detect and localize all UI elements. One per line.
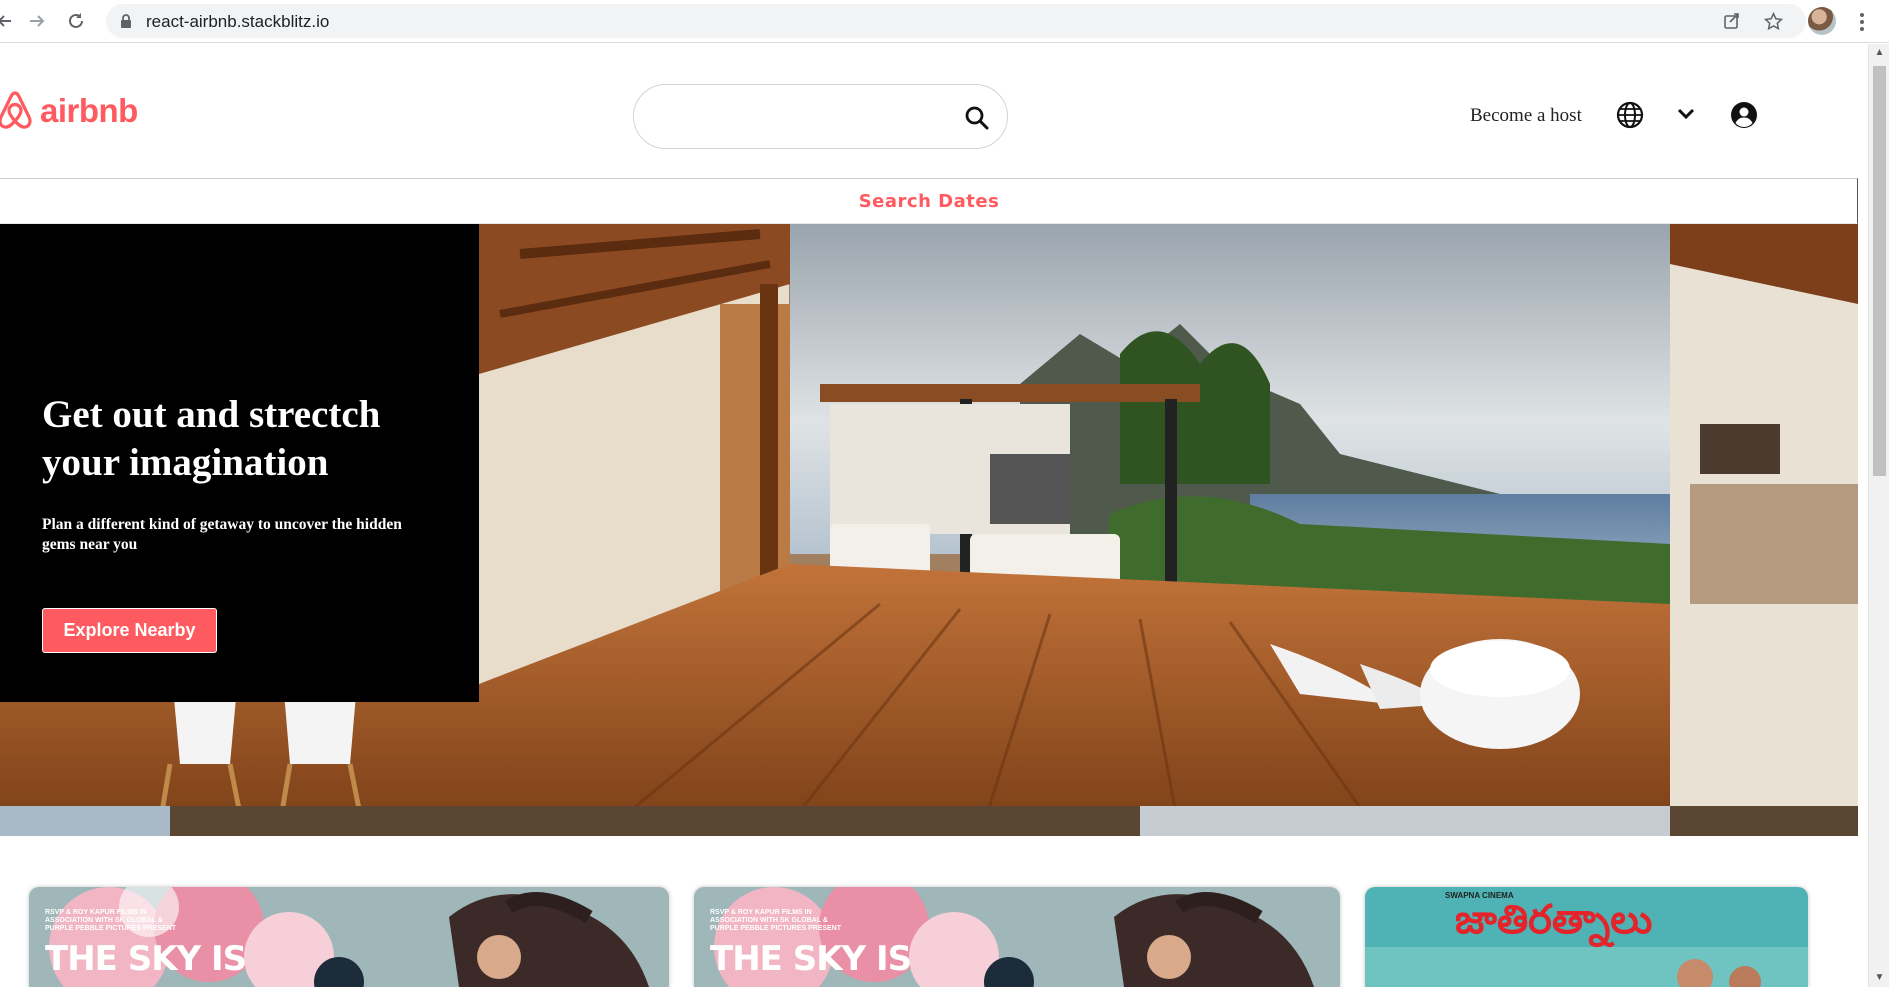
card-poster[interactable]: SWAPNA CINEMA జాతిరత్నాలు	[1365, 887, 1808, 987]
back-arrow-icon[interactable]	[0, 8, 18, 34]
account-circle-icon[interactable]	[1730, 101, 1758, 134]
become-a-host-link[interactable]: Become a host	[1470, 105, 1582, 127]
card-poster[interactable]: RSVP & ROY KAPUR FILMS IN ASSOCIATION WI…	[694, 887, 1340, 987]
kebab-menu-icon[interactable]	[1852, 9, 1872, 35]
search-dates-bar: Search Dates	[0, 178, 1858, 224]
profile-avatar[interactable]	[1808, 7, 1836, 35]
poster-title: జాతిరత్నాలు	[1455, 897, 1653, 943]
poster-credits: RSVP & ROY KAPUR FILMS IN ASSOCIATION WI…	[710, 909, 842, 932]
hero-title: Get out and strectch your imagination	[42, 393, 381, 484]
share-icon[interactable]	[1715, 4, 1749, 38]
search-dates-button[interactable]: Search Dates	[0, 191, 1858, 212]
hero-subtitle: Plan a different kind of getaway to unco…	[42, 516, 402, 553]
star-icon[interactable]	[1756, 4, 1790, 38]
lock-icon[interactable]	[120, 14, 132, 33]
search-box[interactable]	[633, 84, 1008, 149]
search-input[interactable]	[656, 103, 936, 131]
explore-nearby-button[interactable]: Explore Nearby	[42, 608, 217, 653]
card-poster[interactable]: RSVP & ROY KAPUR FILMS IN ASSOCIATION WI…	[29, 887, 669, 987]
chevron-down-icon[interactable]	[1676, 106, 1696, 127]
scroll-up-arrow-icon[interactable]: ▲	[1869, 44, 1889, 62]
cards-row: RSVP & ROY KAPUR FILMS IN ASSOCIATION WI…	[0, 887, 1858, 987]
search-icon[interactable]	[964, 105, 990, 136]
airbnb-logo[interactable]: airbnb	[0, 89, 138, 133]
hero-text-card: Get out and strectch your imagination Pl…	[0, 224, 479, 702]
forward-arrow-icon[interactable]	[24, 8, 50, 34]
url-text[interactable]: react-airbnb.stackblitz.io	[146, 12, 329, 32]
poster-title: THE SKY IS	[710, 939, 912, 979]
reload-icon[interactable]	[63, 8, 89, 34]
page-viewport: airbnb Become a host Search Dates Get ou…	[0, 44, 1868, 987]
poster-title: THE SKY IS	[45, 939, 247, 979]
poster-credits: RSVP & ROY KAPUR FILMS IN ASSOCIATION WI…	[45, 909, 177, 932]
airbnb-belo-icon	[0, 91, 32, 129]
browser-toolbar: react-airbnb.stackblitz.io	[0, 0, 1889, 43]
globe-icon[interactable]	[1616, 101, 1644, 134]
page-scrollbar[interactable]: ▲ ▼	[1868, 44, 1889, 987]
scrollbar-thumb[interactable]	[1873, 66, 1886, 476]
logo-text: airbnb	[40, 92, 138, 129]
hero-banner: Get out and strectch your imagination Pl…	[0, 224, 1858, 836]
scroll-down-arrow-icon[interactable]: ▼	[1869, 969, 1889, 987]
site-header: airbnb Become a host	[0, 44, 1858, 178]
address-bar[interactable]: react-airbnb.stackblitz.io	[106, 4, 1806, 38]
